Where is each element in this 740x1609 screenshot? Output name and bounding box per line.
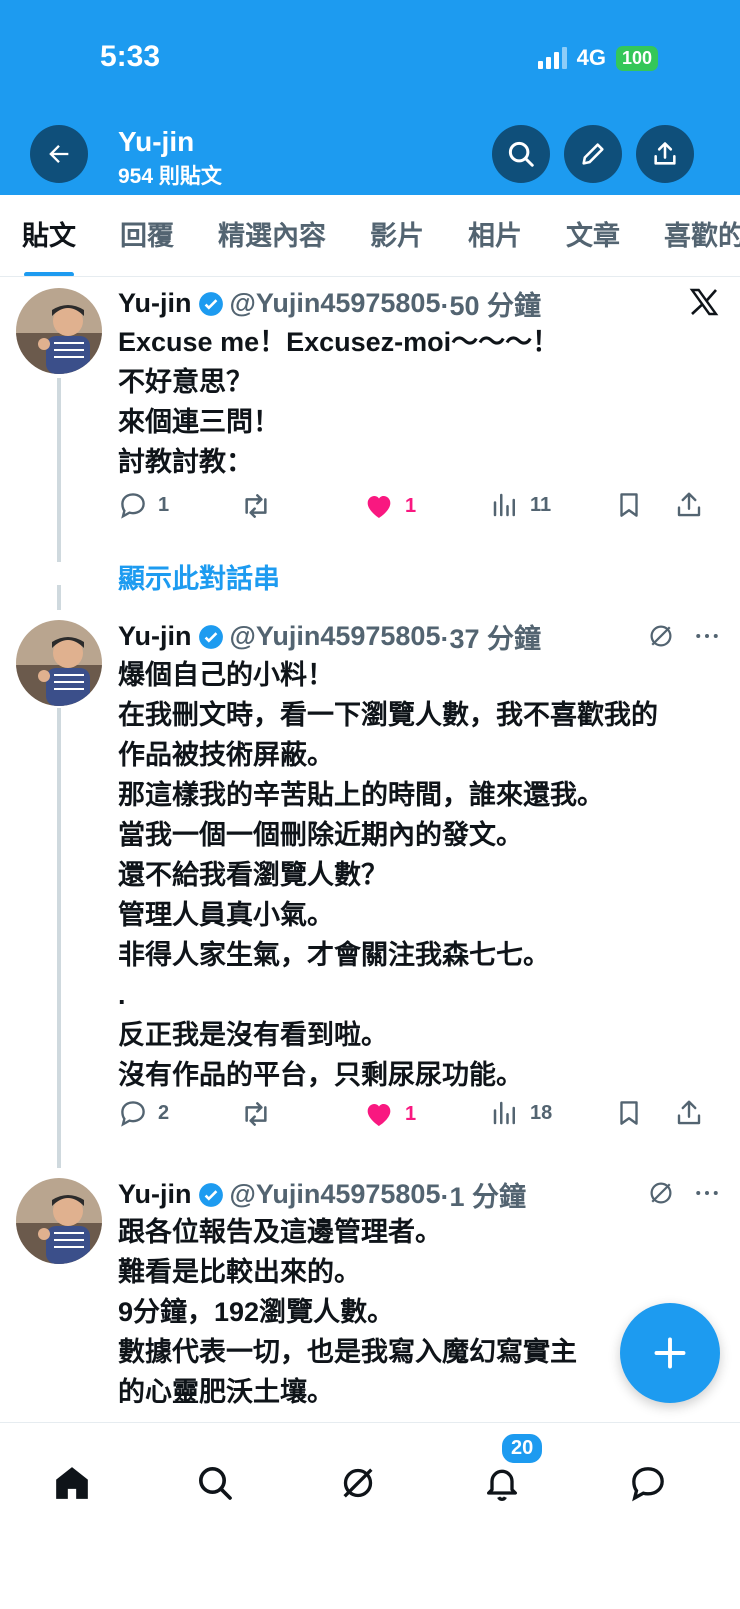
signal-icon <box>537 47 567 69</box>
post-time: ·1 分鐘 <box>440 1182 526 1212</box>
share-button[interactable] <box>636 125 694 183</box>
profile-header: 5:33 4G 100 Yu-jin 954 則貼文 <box>0 0 740 195</box>
repost-button[interactable] <box>240 1098 272 1130</box>
bell-icon <box>487 1469 517 1501</box>
author-name[interactable]: Yu-jin <box>118 1179 192 1210</box>
tab-articles[interactable]: 文章 <box>544 195 642 276</box>
post-time: ·37 分鐘 <box>440 624 541 654</box>
author-name[interactable]: Yu-jin <box>118 288 192 319</box>
post-text: Excuse me！Excusez-moi～～～！ 不好意思？ 來個連三問！ 討… <box>118 327 560 477</box>
like-count: 1 <box>405 494 417 517</box>
thread-line <box>57 708 61 1168</box>
views-button[interactable]: 11 <box>490 490 551 520</box>
pencil-icon <box>582 143 604 165</box>
search-button[interactable] <box>492 125 550 183</box>
tab-photos[interactable]: 相片 <box>446 195 544 276</box>
verified-badge-icon <box>198 624 223 649</box>
share-icon <box>654 142 676 165</box>
view-count: 18 <box>530 1101 553 1124</box>
author-handle[interactable]: @Yujin45975805 <box>230 621 441 652</box>
bookmark-button[interactable] <box>614 1098 644 1128</box>
reply-button[interactable]: 2 <box>118 1098 169 1128</box>
avatar[interactable] <box>16 288 102 374</box>
arrow-left-icon <box>49 145 69 163</box>
share-post-button[interactable] <box>674 1098 704 1128</box>
bookmark-icon <box>620 1101 638 1125</box>
author-handle[interactable]: @Yujin45975805 <box>230 288 441 319</box>
thread-line <box>57 378 61 562</box>
network-label: 4G <box>576 45 606 70</box>
compose-button[interactable] <box>620 1303 720 1403</box>
heart-icon <box>367 1104 391 1126</box>
post-actions: 1 1 11 <box>118 490 718 530</box>
reply-count: 2 <box>158 1101 170 1124</box>
reply-icon <box>121 493 145 519</box>
avatar[interactable] <box>16 1178 102 1264</box>
notification-badge: 20 <box>500 1432 545 1465</box>
repost-button[interactable] <box>240 490 272 522</box>
repost-icon <box>245 494 267 518</box>
verified-badge-icon <box>198 291 223 316</box>
reply-icon <box>121 1101 145 1127</box>
back-button[interactable] <box>30 125 88 183</box>
tab-posts[interactable]: 貼文 <box>0 195 98 276</box>
nav-search[interactable] <box>175 1443 255 1523</box>
tab-videos[interactable]: 影片 <box>348 195 446 276</box>
bookmark-button[interactable] <box>614 490 644 520</box>
verified-badge-icon <box>198 1182 223 1207</box>
home-icon <box>56 1467 88 1499</box>
post-actions: 2 1 18 <box>118 1098 718 1138</box>
status-indicators: 4G 100 <box>537 45 658 71</box>
views-icon <box>493 1101 515 1125</box>
like-count: 1 <box>405 1102 417 1125</box>
grok-icon[interactable] <box>646 621 676 651</box>
repost-icon <box>245 1102 267 1126</box>
grok-icon <box>343 1468 373 1498</box>
reply-count: 1 <box>158 493 170 516</box>
more-options-icon[interactable] <box>692 1178 722 1208</box>
avatar[interactable] <box>16 620 102 706</box>
chat-bubble-icon <box>632 1467 664 1502</box>
edit-button[interactable] <box>564 125 622 183</box>
more-options-icon[interactable] <box>692 621 722 651</box>
share-icon <box>677 1100 701 1125</box>
search-icon <box>199 1467 232 1500</box>
views-button[interactable]: 18 <box>490 1098 552 1128</box>
nav-grok[interactable] <box>318 1443 398 1523</box>
views-icon <box>493 493 515 517</box>
reply-button[interactable]: 1 <box>118 490 169 520</box>
view-count: 11 <box>530 493 552 516</box>
heart-icon <box>367 496 391 518</box>
post-header: Yu-jin @Yujin45975805 ·37 分鐘 <box>118 617 541 656</box>
share-post-button[interactable] <box>674 490 704 520</box>
post-text: 跟各位報告及這邊管理者。 難看是比較出來的。 9分鐘，192瀏覽人數。 數據代表… <box>118 1217 577 1407</box>
post-time: ·50 分鐘 <box>440 291 541 321</box>
grok-icon[interactable] <box>646 1178 676 1208</box>
tab-highlights[interactable]: 精選內容 <box>196 195 348 276</box>
nav-home[interactable] <box>32 1443 112 1523</box>
thread-line <box>57 585 61 610</box>
post-header: Yu-jin @Yujin45975805 ·1 分鐘 <box>118 1175 526 1214</box>
like-button[interactable]: 1 <box>363 490 416 522</box>
battery-icon: 100 <box>615 45 658 71</box>
tab-replies[interactable]: 回覆 <box>98 195 196 276</box>
nav-messages[interactable] <box>608 1443 688 1523</box>
plus-icon <box>654 1337 686 1369</box>
post-text: 爆個自己的小料！ 在我刪文時，看一下瀏覽人數，我不喜歡我的 作品被技術屏蔽。 那… <box>118 660 658 1090</box>
profile-name: Yu-jin <box>118 126 195 157</box>
author-name[interactable]: Yu-jin <box>118 621 192 652</box>
tab-likes[interactable]: 喜歡的內容 <box>642 195 740 276</box>
share-icon <box>677 492 701 517</box>
bottom-navigation <box>0 1422 740 1609</box>
bookmark-icon <box>620 493 638 517</box>
post-header: Yu-jin @Yujin45975805 ·50 分鐘 <box>118 284 541 323</box>
show-thread-link[interactable]: 顯示此對話串 <box>118 557 280 596</box>
post-count: 954 則貼文 <box>118 165 222 188</box>
author-handle[interactable]: @Yujin45975805 <box>230 1179 441 1210</box>
x-logo-icon <box>689 288 719 316</box>
profile-tabs: 貼文 回覆 精選內容 影片 相片 文章 喜歡的內容 <box>0 195 740 277</box>
status-time: 5:33 <box>100 40 161 73</box>
like-button[interactable]: 1 <box>363 1098 416 1130</box>
search-icon <box>508 141 534 167</box>
